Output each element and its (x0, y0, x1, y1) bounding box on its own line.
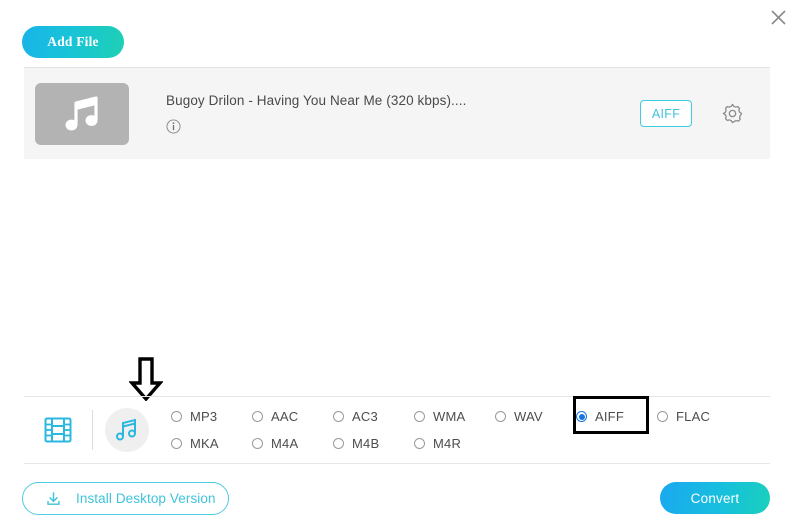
format-option-label: AC3 (352, 409, 378, 424)
radio-icon (657, 411, 668, 422)
music-note-icon (114, 417, 140, 443)
format-option-wav[interactable]: WAV (495, 403, 576, 430)
info-circle-icon[interactable] (166, 119, 181, 134)
format-option-label: AIFF (595, 409, 624, 424)
add-file-button[interactable]: Add File (22, 26, 124, 58)
install-desktop-version-button[interactable]: Install Desktop Version (22, 482, 229, 515)
radio-icon (414, 438, 425, 449)
category-separator (92, 410, 93, 450)
format-option-aiff[interactable]: AIFF (576, 403, 657, 430)
format-options-grid: MP3 AAC AC3 WMA WAV AIFF FLAC MKA (171, 403, 738, 457)
file-thumbnail (35, 83, 129, 145)
category-video-tab[interactable] (36, 408, 80, 452)
radio-icon (171, 411, 182, 422)
file-output-format-badge[interactable]: AIFF (640, 100, 692, 127)
format-option-aac[interactable]: AAC (252, 403, 333, 430)
down-arrow-annotation (129, 357, 163, 401)
file-list-row[interactable]: Bugoy Drilon - Having You Near Me (320 k… (24, 68, 770, 159)
file-settings-button[interactable] (721, 103, 743, 125)
format-option-label: WMA (433, 409, 465, 424)
format-option-label: WAV (514, 409, 543, 424)
format-option-label: AAC (271, 409, 298, 424)
radio-icon (252, 411, 263, 422)
install-desktop-version-label: Install Desktop Version (76, 491, 216, 506)
format-option-label: MP3 (190, 409, 217, 424)
format-bar: MP3 AAC AC3 WMA WAV AIFF FLAC MKA (24, 397, 770, 463)
file-meta: Bugoy Drilon - Having You Near Me (320 k… (166, 93, 640, 134)
radio-icon-selected (576, 411, 587, 422)
format-option-wma[interactable]: WMA (414, 403, 495, 430)
format-option-mka[interactable]: MKA (171, 430, 252, 457)
radio-icon (171, 438, 182, 449)
convert-button[interactable]: Convert (660, 482, 770, 514)
format-option-label: M4R (433, 436, 461, 451)
format-option-label: M4B (352, 436, 379, 451)
format-option-m4b[interactable]: M4B (333, 430, 414, 457)
radio-icon (333, 438, 344, 449)
format-option-mp3[interactable]: MP3 (171, 403, 252, 430)
format-option-m4r[interactable]: M4R (414, 430, 495, 457)
download-icon (44, 490, 62, 508)
format-option-label: MKA (190, 436, 219, 451)
add-file-area: Add File (22, 26, 124, 58)
format-option-label: FLAC (676, 409, 710, 424)
format-option-flac[interactable]: FLAC (657, 403, 738, 430)
radio-icon (495, 411, 506, 422)
radio-icon (252, 438, 263, 449)
format-option-label: M4A (271, 436, 298, 451)
gear-icon (722, 103, 743, 124)
close-icon (770, 9, 787, 26)
close-window-button[interactable] (764, 3, 792, 31)
radio-icon (333, 411, 344, 422)
format-bar-bottom-divider (24, 463, 770, 464)
format-option-ac3[interactable]: AC3 (333, 403, 414, 430)
file-title: Bugoy Drilon - Having You Near Me (320 k… (166, 93, 640, 108)
music-note-icon (60, 95, 104, 133)
category-audio-tab[interactable] (105, 408, 149, 452)
format-option-m4a[interactable]: M4A (252, 430, 333, 457)
radio-icon (414, 411, 425, 422)
film-strip-icon (43, 415, 73, 445)
